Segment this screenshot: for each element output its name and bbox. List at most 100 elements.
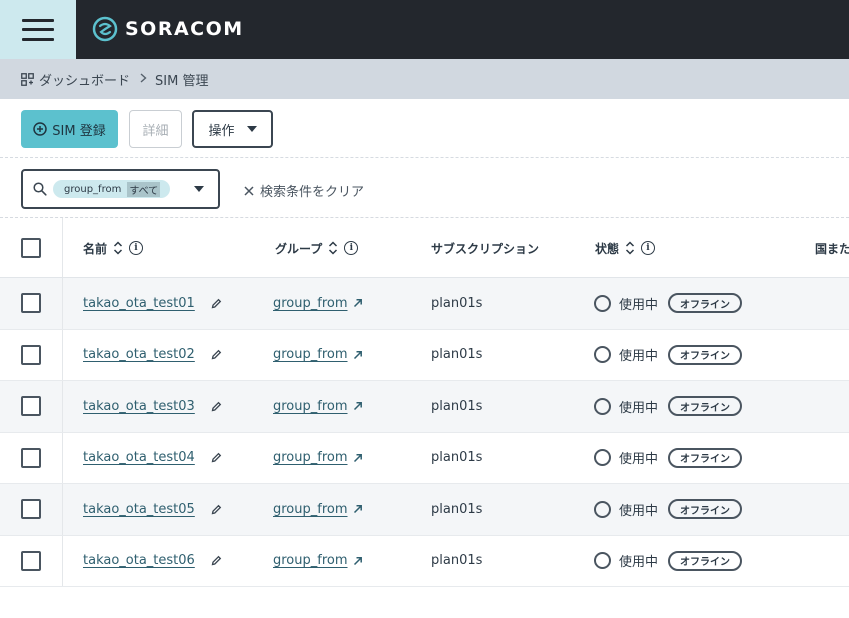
status-circle-icon (594, 449, 611, 467)
row-checkbox[interactable] (21, 499, 41, 519)
group-cell: group_from (273, 484, 363, 535)
table-row[interactable]: takao_ota_test06 group_from plan01s 使用中 … (0, 535, 849, 587)
info-icon[interactable]: i (641, 241, 656, 255)
group-cell: group_from (273, 278, 363, 329)
status-label: 使用中 (619, 555, 659, 571)
group-link[interactable]: group_from (273, 553, 348, 568)
subscription-value: plan01s (431, 347, 483, 363)
offline-badge: オフライン (668, 550, 743, 571)
edit-pencil-icon[interactable] (211, 504, 222, 515)
status-cell: 使用中 オフライン (594, 536, 743, 587)
offline-badge: オフライン (668, 293, 743, 314)
sim-name-link[interactable]: takao_ota_test04 (83, 450, 195, 465)
sim-name-link[interactable]: takao_ota_test03 (83, 399, 195, 414)
sim-register-button[interactable]: SIM 登録 (21, 110, 118, 148)
breadcrumb: ダッシュボード SIM 管理 (0, 59, 849, 99)
edit-pencil-icon[interactable] (211, 555, 222, 566)
name-cell: takao_ota_test03 (83, 381, 222, 432)
group-link[interactable]: group_from (273, 502, 348, 517)
column-divider (62, 329, 63, 380)
sim-name-link[interactable]: takao_ota_test01 (83, 296, 195, 311)
offline-badge: オフライン (668, 447, 743, 468)
external-link-icon[interactable] (353, 504, 363, 514)
row-checkbox[interactable] (21, 344, 41, 365)
sim-name-link[interactable]: takao_ota_test05 (83, 502, 195, 517)
info-icon[interactable]: i (129, 241, 144, 255)
sort-icon[interactable] (328, 241, 338, 255)
row-checkbox[interactable] (21, 550, 41, 571)
filter-chip-value: すべて (127, 181, 161, 197)
external-link-icon[interactable] (353, 350, 363, 360)
external-link-icon[interactable] (353, 401, 363, 411)
select-all-checkbox[interactable] (21, 238, 41, 258)
clear-search-button[interactable]: 検索条件をクリア (244, 181, 364, 200)
dashboard-grid-icon (21, 72, 34, 86)
subscription-cell: plan01s (431, 330, 482, 381)
group-link[interactable]: group_from (273, 347, 348, 362)
status-circle-icon (594, 346, 611, 364)
operations-dropdown-button[interactable]: 操作 (192, 110, 273, 148)
subscription-value: plan01s (431, 450, 483, 466)
table-row[interactable]: takao_ota_test05 group_from plan01s 使用中 … (0, 484, 849, 536)
edit-pencil-icon[interactable] (211, 349, 222, 360)
external-link-icon[interactable] (353, 556, 363, 566)
column-header-status-label: 状態 (595, 241, 620, 256)
status-label: 使用中 (619, 349, 659, 365)
subscription-cell: plan01s (431, 433, 482, 484)
subscription-cell: plan01s (431, 278, 482, 329)
search-area: group_from すべて 検索条件をクリア (0, 158, 849, 218)
sim-register-label: SIM 登録 (52, 123, 106, 139)
row-checkbox[interactable] (21, 293, 41, 313)
status-cell: 使用中 オフライン (594, 381, 743, 432)
edit-pencil-icon[interactable] (211, 298, 222, 309)
external-link-icon[interactable] (353, 298, 363, 308)
search-input[interactable]: group_from すべて (21, 169, 220, 209)
column-divider (62, 484, 63, 535)
info-icon[interactable]: i (344, 241, 359, 255)
column-header-group[interactable]: グループ i (275, 218, 359, 278)
row-checkbox[interactable] (21, 396, 41, 416)
toolbar: SIM 登録 詳細 操作 (0, 99, 849, 158)
soracom-logo-icon (92, 16, 118, 42)
caret-down-icon[interactable] (194, 186, 204, 192)
filter-chip-key: group_from (64, 183, 122, 195)
chevron-right-icon (140, 72, 147, 87)
sort-icon[interactable] (113, 241, 123, 255)
group-cell: group_from (273, 433, 363, 484)
table-row[interactable]: takao_ota_test01 group_from plan01s 使用中 … (0, 278, 849, 330)
column-divider (62, 535, 63, 586)
sim-table: 名前 i グループ i サブスクリプション 状態 i 国また takao_ota… (0, 218, 849, 587)
filter-chip[interactable]: group_from すべて (53, 180, 171, 198)
column-header-status[interactable]: 状態 i (595, 218, 656, 278)
column-header-name[interactable]: 名前 i (83, 218, 144, 278)
column-divider (62, 218, 63, 277)
column-header-name-label: 名前 (83, 241, 108, 256)
subscription-cell: plan01s (431, 484, 482, 535)
offline-badge: オフライン (668, 499, 743, 520)
sort-icon[interactable] (625, 241, 635, 255)
brand-name: SORACOM (125, 18, 244, 40)
status-label: 使用中 (619, 400, 659, 416)
group-link[interactable]: group_from (273, 296, 348, 311)
external-link-icon[interactable] (353, 453, 363, 463)
subscription-value: plan01s (431, 398, 483, 414)
row-checkbox[interactable] (21, 447, 41, 468)
menu-button[interactable] (0, 0, 76, 59)
group-link[interactable]: group_from (273, 450, 348, 465)
status-label: 使用中 (619, 503, 659, 519)
group-link[interactable]: group_from (273, 399, 348, 414)
edit-pencil-icon[interactable] (211, 452, 222, 463)
edit-pencil-icon[interactable] (211, 401, 222, 412)
name-cell: takao_ota_test04 (83, 433, 222, 484)
table-row[interactable]: takao_ota_test03 group_from plan01s 使用中 … (0, 381, 849, 433)
table-row[interactable]: takao_ota_test04 group_from plan01s 使用中 … (0, 432, 849, 484)
subscription-value: plan01s (431, 553, 483, 569)
sim-name-link[interactable]: takao_ota_test02 (83, 347, 195, 362)
brand-logo[interactable]: SORACOM (92, 15, 244, 43)
operations-label: 操作 (208, 123, 235, 139)
column-header-subscription: サブスクリプション (431, 218, 539, 278)
details-button[interactable]: 詳細 (129, 110, 182, 148)
sim-name-link[interactable]: takao_ota_test06 (83, 553, 195, 568)
breadcrumb-dashboard-link[interactable]: ダッシュボード (39, 70, 130, 89)
table-row[interactable]: takao_ota_test02 group_from plan01s 使用中 … (0, 329, 849, 381)
